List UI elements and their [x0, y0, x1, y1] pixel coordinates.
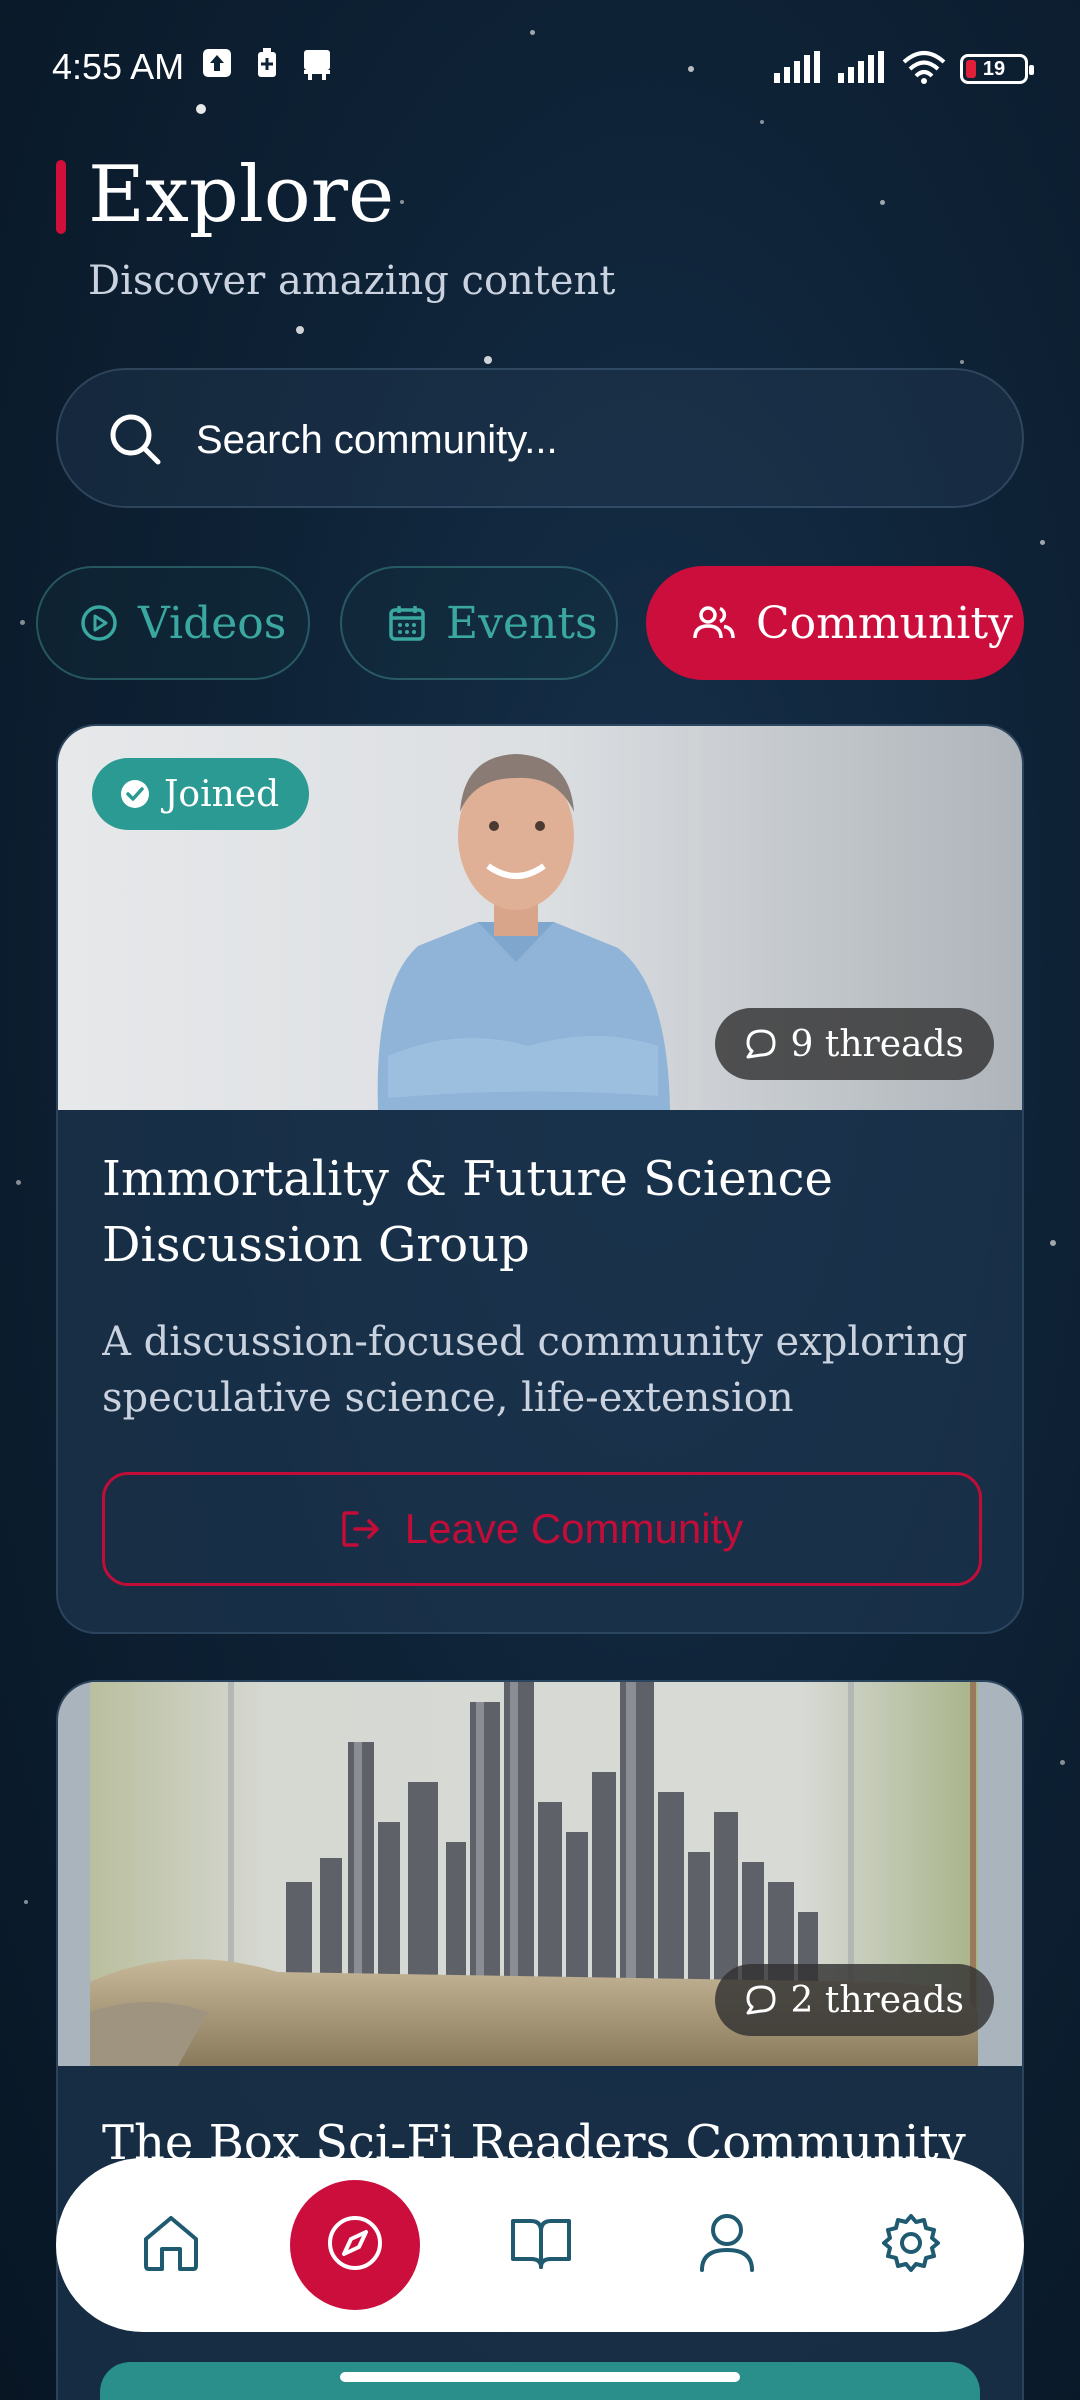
joined-badge-label: Joined [164, 773, 280, 815]
wifi-icon [902, 50, 946, 88]
tab-events-label: Events [446, 597, 598, 649]
play-circle-icon [80, 604, 118, 642]
search-icon [108, 412, 162, 470]
threads-count: 9 threads [790, 1023, 965, 1065]
calendar-icon [388, 604, 426, 642]
user-icon [698, 2212, 756, 2278]
home-indicator[interactable] [340, 2372, 740, 2382]
tab-community[interactable]: Community [646, 566, 1024, 680]
threads-badge: 9 threads [714, 1008, 994, 1080]
page-title: Explore [88, 150, 395, 240]
nav-library[interactable] [496, 2200, 586, 2290]
threads-badge: 2 threads [714, 1964, 994, 2036]
status-bar: 4:55 AM 19 [0, 0, 1080, 130]
tab-videos[interactable]: Videos [36, 566, 310, 680]
bottom-navigation [56, 2158, 1024, 2332]
battery-saver-icon [256, 48, 278, 82]
leave-community-label: Leave Community [404, 1505, 744, 1552]
tab-events[interactable]: Events [340, 566, 618, 680]
search-input[interactable] [196, 370, 956, 510]
title-accent-bar [56, 160, 66, 234]
nav-home[interactable] [126, 2200, 216, 2290]
logout-icon [341, 1510, 381, 1548]
page-subtitle: Discover amazing content [88, 258, 616, 304]
card-image-portrait: Joined 9 threads [58, 726, 1022, 1110]
notification-icon [300, 48, 334, 86]
search-bar[interactable] [56, 368, 1024, 510]
upload-icon [202, 48, 232, 82]
chat-bubble-icon [745, 1984, 777, 2016]
signal-icon [774, 51, 824, 87]
signal-icon-2 [838, 51, 888, 87]
nav-profile[interactable] [682, 2200, 772, 2290]
users-icon [692, 605, 736, 641]
card-title: Immortality & Future Science Discussion … [102, 1151, 833, 1273]
home-icon [140, 2212, 202, 2278]
battery-indicator: 19 [960, 54, 1034, 84]
chat-bubble-icon [745, 1028, 777, 1060]
nav-explore[interactable] [290, 2180, 420, 2310]
compass-icon [326, 2214, 384, 2276]
card-image-city: 2 threads [58, 1682, 1022, 2066]
card-description: A discussion-focused community exploring… [102, 1319, 968, 1421]
check-circle-icon [120, 779, 150, 809]
book-icon [509, 2215, 573, 2275]
joined-badge: Joined [92, 758, 310, 830]
nav-settings[interactable] [866, 2200, 956, 2290]
tab-community-label: Community [756, 597, 1013, 649]
leave-community-button[interactable]: Leave Community [102, 1472, 982, 1586]
status-time: 4:55 AM [52, 46, 185, 87]
tab-videos-label: Videos [138, 597, 287, 649]
threads-count: 2 threads [790, 1979, 965, 2021]
settings-icon [880, 2212, 942, 2278]
community-card[interactable]: Joined 9 threads Immortality & Future Sc… [56, 724, 1024, 1634]
